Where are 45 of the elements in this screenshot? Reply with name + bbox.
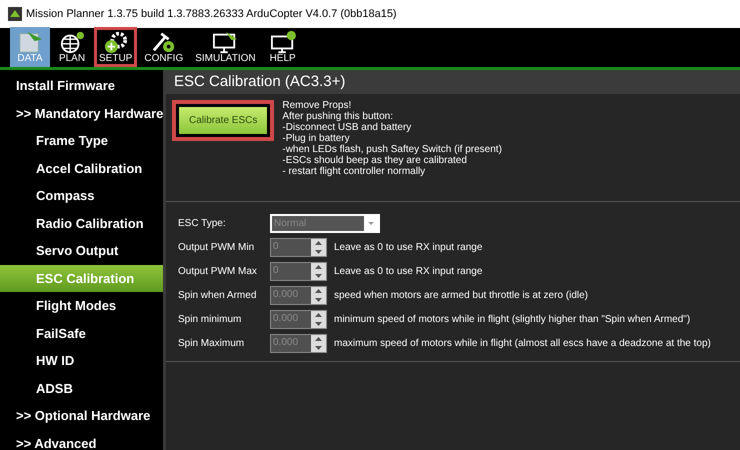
sidebar-item[interactable]: Install Firmware [0, 72, 163, 100]
sidebar-item[interactable]: HW ID [0, 347, 163, 374]
sidebar-item[interactable]: Radio Calibration [0, 210, 163, 237]
toolbar-button[interactable]: SIMULATION [190, 27, 261, 67]
up-down-arrows-icon [311, 239, 326, 256]
instruction-line: After pushing this button: [282, 111, 394, 122]
toolbar-button[interactable]: CONFIG [139, 27, 188, 67]
field-label: Spin minimum [178, 313, 242, 327]
instruction-line: -Plug in battery [282, 133, 351, 144]
instruction-line: -Disconnect USB and battery [282, 122, 412, 133]
sidebar-item[interactable]: Compass [0, 182, 163, 210]
sidebar-item[interactable]: >> Mandatory Hardware [0, 100, 163, 127]
sidebar-item[interactable]: Frame Type [0, 127, 163, 154]
up-down-arrows-icon [311, 287, 326, 304]
sidebar-item[interactable]: >> Optional Hardware [0, 402, 163, 430]
instruction-line: Remove Props! [282, 100, 352, 111]
sidebar-item[interactable]: >> Advanced [0, 430, 163, 450]
field-label: Spin when Armed [178, 289, 258, 303]
field-hint: Leave as 0 to use RX input range [334, 241, 482, 255]
up-down-arrows-icon [311, 335, 326, 352]
field-hint: maximum speed of motors while in flight (almost all escs have a deadzone at the top) [334, 337, 711, 351]
field-label: Spin Maximum [178, 337, 246, 351]
sidebar-item[interactable]: Flight Modes [0, 292, 163, 320]
toolbar-button[interactable]: PLAN [52, 27, 92, 67]
page-title: ESC Calibration (AC3.3+) [166, 70, 740, 94]
field-hint: Leave as 0 to use RX input range [334, 265, 482, 279]
field-hint: speed when motors are armed but throttle is at zero (idle) [334, 289, 588, 303]
up-down-arrows-icon [311, 263, 326, 280]
field-label: Output PWM Min [178, 241, 256, 255]
instruction-line: -when LEDs flash, push Saftey Switch (if present) [282, 144, 502, 155]
field-hint: minimum speed of motors while in flight (slightly higher than "Spin when Armed") [334, 313, 690, 327]
field-label: Output PWM Max [178, 265, 258, 279]
toolbar-button[interactable]: HELP [262, 27, 303, 67]
app-logo-icon [8, 7, 22, 21]
instruction-line: - restart flight controller normally [282, 166, 426, 177]
sidebar-item[interactable]: FailSafe [0, 320, 163, 347]
window-title: Mission Planner 1.3.75 build 1.3.7883.26333 ArduCopter V4.0.7 (0bb18a15) [26, 6, 397, 22]
sidebar-item[interactable]: Accel Calibration [0, 154, 163, 182]
sidebar-item[interactable]: ADSB [0, 374, 163, 402]
toolbar-button[interactable]: SETUP [94, 27, 138, 67]
sidebar-item[interactable]: Servo Output [0, 237, 163, 264]
instruction-line: -ESCs should beep as they are calibrated [282, 155, 468, 166]
field-label: ESC Type: [178, 217, 227, 231]
up-down-arrows-icon [311, 311, 326, 328]
calibrate-button[interactable]: Calibrate ESCs [172, 100, 274, 141]
